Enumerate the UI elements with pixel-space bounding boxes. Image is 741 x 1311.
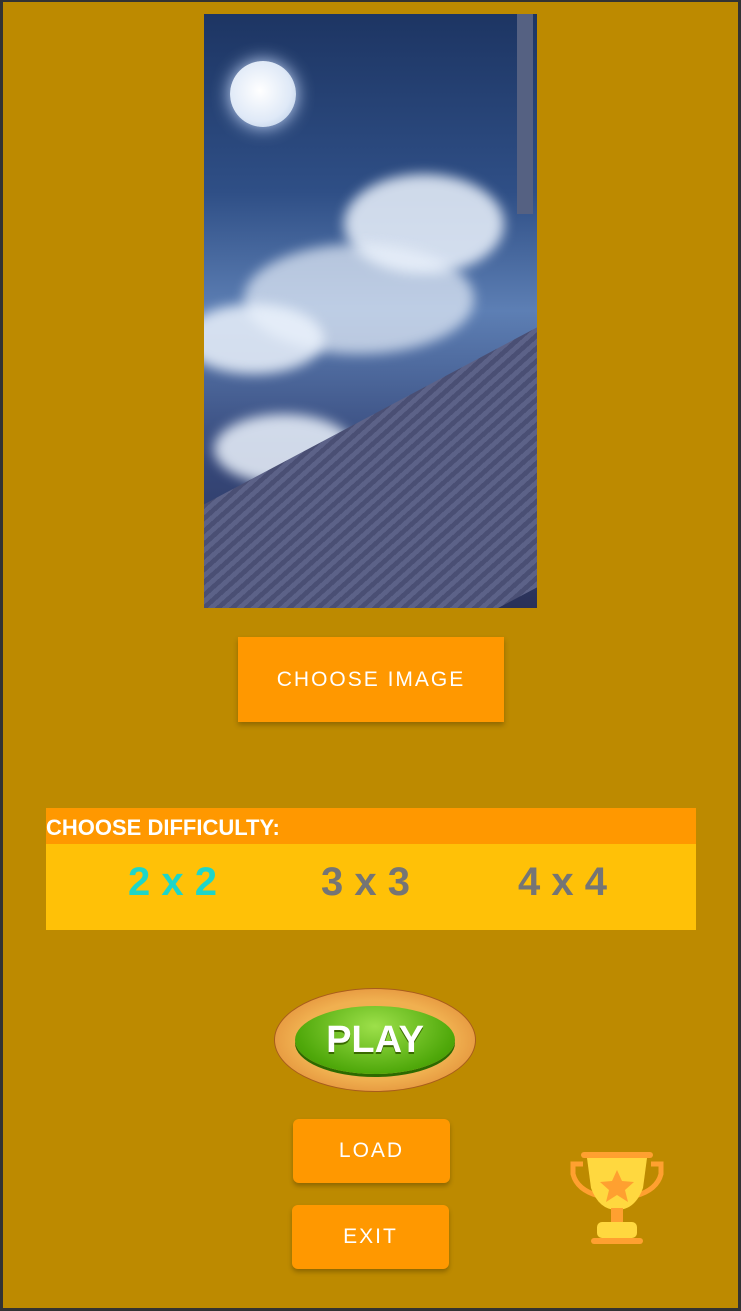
exit-button[interactable]: EXIT <box>292 1205 449 1269</box>
main-screen: CHOOSE IMAGE CHOOSE DIFFICULTY: 2 x 2 3 … <box>3 2 738 1308</box>
trophy-icon[interactable] <box>569 1150 665 1246</box>
load-button[interactable]: LOAD <box>293 1119 450 1183</box>
difficulty-4x4[interactable]: 4 x 4 <box>518 860 607 905</box>
puzzle-image-preview <box>204 14 537 608</box>
difficulty-panel: CHOOSE DIFFICULTY: 2 x 2 3 x 3 4 x 4 <box>46 808 696 930</box>
play-label: PLAY <box>295 1006 455 1074</box>
moon <box>230 61 296 127</box>
difficulty-3x3[interactable]: 3 x 3 <box>321 860 410 905</box>
difficulty-title: CHOOSE DIFFICULTY: <box>46 808 696 844</box>
difficulty-2x2[interactable]: 2 x 2 <box>128 860 217 905</box>
choose-image-button[interactable]: CHOOSE IMAGE <box>238 637 504 722</box>
play-button[interactable]: PLAY <box>274 988 476 1092</box>
